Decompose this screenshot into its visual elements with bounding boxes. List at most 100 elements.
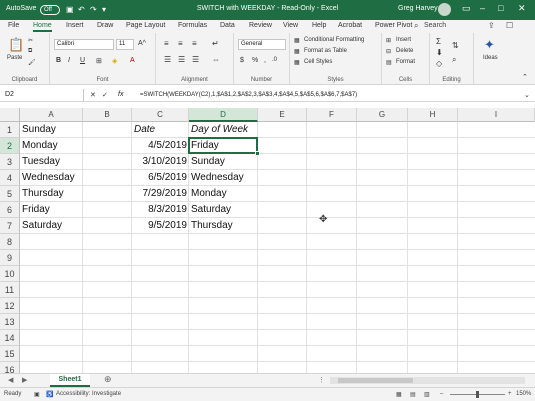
copy-icon[interactable]: ⧉ — [28, 48, 32, 55]
cell-c1[interactable]: Date — [132, 122, 189, 138]
font-size-select[interactable]: 11 — [116, 39, 134, 50]
close-icon[interactable]: ✕ — [518, 3, 526, 14]
fill-color-icon[interactable]: ◈ — [112, 57, 117, 65]
cell-a7[interactable]: Saturday — [20, 218, 83, 234]
cell-d4[interactable]: Wednesday — [189, 170, 258, 186]
tab-view[interactable]: View — [283, 22, 298, 29]
accounting-icon[interactable]: $ — [240, 57, 244, 64]
collapse-ribbon-icon[interactable]: ⌃ — [522, 73, 528, 81]
find-select-icon[interactable]: ⌕ — [452, 55, 456, 65]
cell-a2[interactable]: Monday — [20, 138, 83, 154]
row-header-15[interactable]: 15 — [0, 346, 20, 362]
tab-page-layout[interactable]: Page Layout — [126, 22, 165, 29]
borders-icon[interactable]: ⊞ — [96, 57, 102, 65]
bold-icon[interactable]: B — [56, 57, 61, 64]
tab-data[interactable]: Data — [220, 22, 235, 29]
row-header-1[interactable]: 1 — [0, 122, 20, 138]
column-header-f[interactable]: F — [307, 108, 357, 122]
tab-insert[interactable]: Insert — [66, 22, 84, 29]
font-color-icon[interactable]: A — [130, 57, 135, 64]
row-header-4[interactable]: 4 — [0, 170, 20, 186]
cell-a3[interactable]: Tuesday — [20, 154, 83, 170]
row-header-7[interactable]: 7 — [0, 218, 20, 234]
macro-record-icon[interactable]: ▣ — [34, 391, 40, 398]
search-icon[interactable]: ⌕ — [414, 21, 418, 31]
insert-function-icon[interactable]: fx — [118, 89, 123, 101]
prev-sheet-icon[interactable]: ◀ — [8, 376, 13, 384]
tab-review[interactable]: Review — [249, 22, 272, 29]
column-header-i[interactable]: I — [458, 108, 535, 122]
ideas-icon[interactable]: ✦ — [484, 37, 495, 53]
select-all-corner[interactable] — [0, 108, 20, 122]
conditional-formatting-button[interactable]: Conditional Formatting — [304, 37, 364, 43]
format-cells-icon[interactable]: ▤ — [386, 59, 392, 66]
cell-a5[interactable]: Thursday — [20, 186, 83, 202]
avatar[interactable] — [438, 3, 451, 16]
share-icon[interactable]: ⇪ — [488, 21, 495, 30]
delete-cells-icon[interactable]: ⊟ — [386, 48, 391, 55]
autosum-icon[interactable]: Σ — [436, 37, 441, 46]
center-icon[interactable]: ☰ — [178, 55, 185, 64]
number-format-select[interactable]: General — [238, 39, 286, 50]
cell-c2[interactable]: 4/5/2019 — [132, 138, 189, 154]
row-header-3[interactable]: 3 — [0, 154, 20, 170]
tab-file[interactable]: File — [8, 22, 19, 29]
cell-d5[interactable]: Monday — [189, 186, 258, 202]
cell-a6[interactable]: Friday — [20, 202, 83, 218]
top-align-icon[interactable]: ≡ — [164, 39, 169, 48]
tab-formulas[interactable]: Formulas — [178, 22, 207, 29]
italic-icon[interactable]: I — [68, 57, 70, 64]
column-header-b[interactable]: B — [83, 108, 132, 122]
row-header-14[interactable]: 14 — [0, 330, 20, 346]
decimal-icon[interactable]: .0 — [272, 57, 277, 63]
format-as-table-button[interactable]: Format as Table — [304, 48, 347, 54]
percent-icon[interactable]: % — [252, 57, 258, 64]
format-painter-icon[interactable]: 🖌 — [28, 59, 36, 66]
conditional-formatting-icon[interactable]: ▦ — [294, 37, 300, 44]
paste-icon[interactable]: 📋 — [8, 37, 24, 53]
sort-filter-icon[interactable]: ⇅ — [452, 41, 459, 50]
row-header-9[interactable]: 9 — [0, 250, 20, 266]
paste-button[interactable]: Paste — [7, 55, 22, 61]
row-header-2[interactable]: 2 — [0, 138, 20, 154]
zoom-in-icon[interactable]: + — [508, 391, 512, 397]
cell-c3[interactable]: 3/10/2019 — [132, 154, 189, 170]
zoom-level[interactable]: 150% — [516, 391, 531, 397]
tab-help[interactable]: Help — [312, 22, 326, 29]
minimize-icon[interactable]: – — [480, 3, 485, 13]
bottom-align-icon[interactable]: ≡ — [192, 39, 197, 48]
tab-power-pivot[interactable]: Power Pivot — [375, 22, 412, 29]
fill-icon[interactable]: ⬇ — [436, 48, 443, 57]
next-sheet-icon[interactable]: ▶ — [22, 376, 27, 384]
row-header-5[interactable]: 5 — [0, 186, 20, 202]
row-header-11[interactable]: 11 — [0, 282, 20, 298]
fill-handle[interactable] — [255, 151, 260, 156]
column-header-c[interactable]: C — [132, 108, 189, 122]
column-header-h[interactable]: H — [408, 108, 458, 122]
page-break-view-icon[interactable]: ▥ — [424, 391, 430, 398]
new-sheet-icon[interactable]: ⊕ — [104, 374, 112, 385]
cell-c7[interactable]: 9/5/2019 — [132, 218, 189, 234]
merge-center-icon[interactable]: ⇔ — [212, 55, 220, 64]
normal-view-icon[interactable]: ▦ — [396, 391, 402, 398]
grow-font-icon[interactable]: A^ — [138, 40, 146, 47]
clear-icon[interactable]: ◇ — [436, 59, 442, 68]
insert-button[interactable]: Insert — [396, 37, 411, 43]
horizontal-scroll-thumb[interactable] — [338, 378, 413, 383]
insert-cells-icon[interactable]: ⊞ — [386, 37, 391, 44]
underline-icon[interactable]: U — [80, 57, 85, 64]
maximize-icon[interactable]: □ — [498, 3, 503, 13]
cell-d7[interactable]: Thursday — [189, 218, 258, 234]
column-header-g[interactable]: G — [357, 108, 408, 122]
tab-home[interactable]: Home — [33, 22, 52, 32]
comma-icon[interactable]: , — [264, 57, 266, 64]
column-header-a[interactable]: A — [20, 108, 83, 122]
row-header-13[interactable]: 13 — [0, 314, 20, 330]
cut-icon[interactable]: ✂ — [28, 37, 33, 44]
cell-d1[interactable]: Day of Week — [189, 122, 258, 138]
align-left-icon[interactable]: ☰ — [164, 55, 171, 64]
zoom-out-icon[interactable]: – — [440, 391, 443, 397]
cell-c5[interactable]: 7/29/2019 — [132, 186, 189, 202]
row-header-10[interactable]: 10 — [0, 266, 20, 282]
horizontal-scrollbar[interactable] — [330, 377, 525, 384]
